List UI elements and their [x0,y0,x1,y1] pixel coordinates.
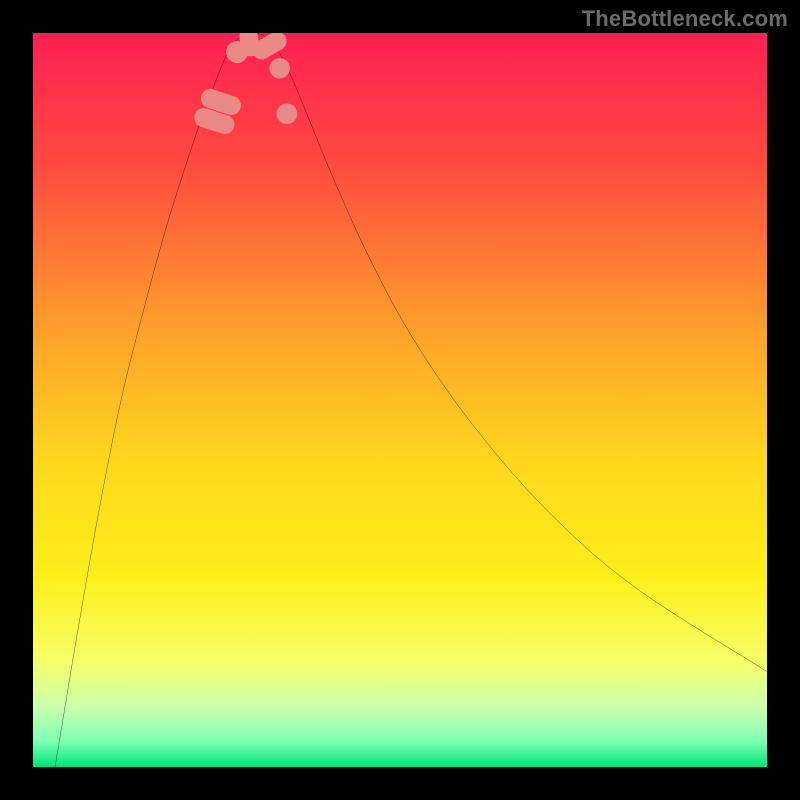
bottleneck-plot [33,33,767,767]
marker-dot [269,58,290,79]
marker-dot [277,103,298,124]
gradient-background [33,33,767,767]
chart-stage: TheBottleneck.com [0,0,800,800]
watermark-text: TheBottleneck.com [582,6,788,32]
